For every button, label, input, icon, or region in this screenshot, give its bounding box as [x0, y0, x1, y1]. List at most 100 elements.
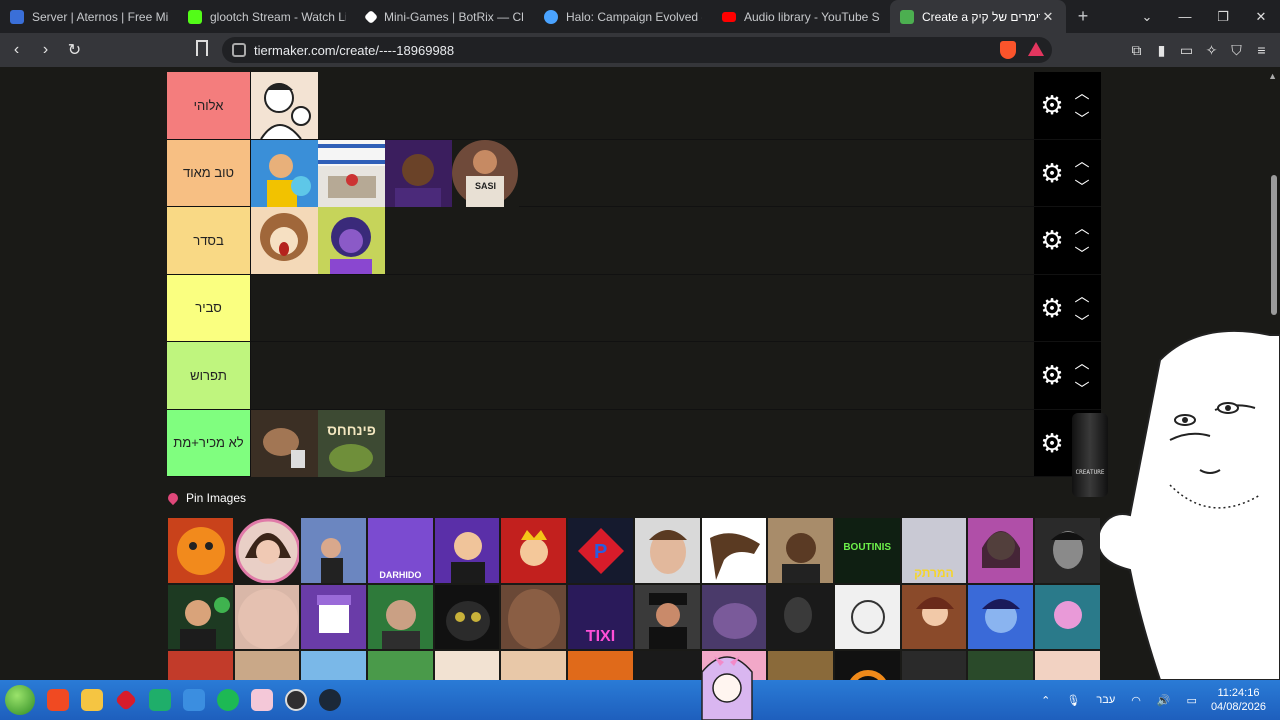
tier-label[interactable]: לא מכיר+מת [167, 409, 251, 476]
extensions-icon[interactable]: ⧉ [1124, 42, 1149, 59]
tier-item-image[interactable]: פינחחס [318, 409, 385, 477]
sidebar-icon[interactable]: ▮ [1149, 42, 1174, 59]
pool-image[interactable] [367, 650, 434, 680]
pool-image[interactable] [633, 517, 701, 584]
pool-image[interactable]: המרתק [900, 517, 968, 584]
chevron-down-icon[interactable]: ﹀ [1074, 243, 1090, 264]
start-button[interactable] [0, 680, 40, 720]
brave-rewards-icon[interactable] [1028, 42, 1044, 56]
pool-image[interactable] [233, 583, 301, 651]
close-icon[interactable]: ✕ [1040, 9, 1056, 25]
chevron-up-icon[interactable]: ⌃ [1041, 694, 1050, 707]
tab-aternos[interactable]: Server | Aternos | Free Minecraft [0, 0, 178, 33]
tier-label[interactable]: תפרוש [167, 342, 251, 409]
chevron-up-icon[interactable]: ︿ [1074, 150, 1090, 171]
gear-icon[interactable]: ⚙ [1039, 430, 1065, 456]
pool-image[interactable] [1033, 650, 1101, 680]
tier-items[interactable]: פינחחס [251, 409, 1034, 477]
vpn-icon[interactable]: ⛉ [1224, 42, 1249, 59]
chevron-down-icon[interactable]: ﹀ [1074, 311, 1090, 332]
language-indicator[interactable]: עבר [1096, 694, 1115, 706]
volume-icon[interactable]: 🔊 [1157, 694, 1171, 707]
tier-item-image[interactable] [318, 139, 385, 207]
gear-icon[interactable]: ⚙ [1039, 227, 1065, 253]
tier-item-image[interactable] [251, 409, 318, 477]
taskbar-app-green[interactable] [143, 683, 176, 717]
minimize-icon[interactable]: — [1166, 9, 1204, 24]
back-icon[interactable]: ‹ [4, 41, 29, 59]
tier-label[interactable]: בסדר [167, 207, 251, 274]
scroll-up-icon[interactable]: ▲ [1268, 71, 1277, 81]
chevron-down-icon[interactable]: ﹀ [1074, 108, 1090, 129]
chevron-up-icon[interactable]: ︿ [1074, 217, 1090, 238]
pool-image[interactable] [500, 650, 568, 680]
microphone-icon[interactable]: 🎙 [1066, 694, 1080, 707]
taskbar-app-red[interactable] [109, 683, 142, 717]
chevron-up-icon[interactable]: ︿ [1074, 82, 1090, 103]
pool-image[interactable] [967, 517, 1034, 584]
taskbar-store[interactable] [177, 683, 210, 717]
wifi-icon[interactable]: ◠ [1131, 694, 1141, 707]
window-close-icon[interactable]: ✕ [1242, 9, 1280, 25]
taskbar-steam[interactable] [313, 683, 346, 717]
pool-image[interactable]: TIXI [567, 583, 634, 651]
tab-search-icon[interactable]: ⌄ [1128, 9, 1166, 25]
pool-image[interactable] [167, 583, 234, 651]
gear-icon[interactable]: ⚙ [1039, 92, 1065, 118]
tier-items[interactable] [251, 342, 1034, 409]
pool-image[interactable] [300, 583, 368, 651]
pool-image[interactable] [433, 517, 501, 584]
leo-icon[interactable]: ✧ [1199, 42, 1224, 59]
chevron-up-icon[interactable]: ︿ [1074, 285, 1090, 306]
reload-icon[interactable]: ↻ [62, 40, 87, 60]
pool-image[interactable] [233, 650, 301, 680]
pool-image[interactable] [500, 517, 568, 584]
taskbar-app-pink[interactable] [245, 683, 278, 717]
taskbar-spotify[interactable] [211, 683, 244, 717]
clock[interactable]: 11:24:16 04/08/2026 [1211, 686, 1266, 714]
gear-icon[interactable]: ⚙ [1039, 160, 1065, 186]
pool-image[interactable] [767, 517, 834, 584]
pool-image[interactable]: DARHIDO [367, 517, 434, 584]
tier-item-image[interactable] [385, 139, 452, 207]
pool-image[interactable] [967, 650, 1034, 680]
pool-image[interactable] [233, 517, 301, 584]
scrollbar-thumb[interactable] [1271, 175, 1277, 315]
pool-image[interactable] [900, 650, 968, 680]
tier-items[interactable]: SASI [251, 139, 1034, 207]
chevron-down-icon[interactable]: ﹀ [1074, 378, 1090, 399]
pool-image[interactable] [1033, 583, 1101, 651]
maximize-icon[interactable]: ❐ [1204, 9, 1242, 25]
pool-image[interactable] [367, 583, 434, 651]
pool-image[interactable] [967, 583, 1034, 651]
tab-tiermaker[interactable]: Create a סטרימרים של קיק✕ [890, 0, 1066, 33]
pool-image[interactable] [433, 583, 501, 651]
pool-image[interactable] [633, 583, 701, 651]
pool-image[interactable] [167, 650, 234, 680]
tier-item-image[interactable]: SASI [452, 139, 519, 207]
taskbar-brave[interactable] [41, 683, 74, 717]
site-info-icon[interactable] [232, 43, 246, 57]
pool-image[interactable] [300, 517, 368, 584]
pool-image[interactable]: P [567, 517, 634, 584]
pool-image[interactable] [700, 517, 768, 584]
tier-label[interactable]: אלוהי [167, 72, 251, 139]
forward-icon[interactable]: › [33, 41, 58, 59]
battery-icon[interactable]: ▭ [1187, 694, 1197, 707]
tab-botrix[interactable]: Mini-Games | BotRix — Cloud S [356, 0, 534, 33]
pin-images-header[interactable]: Pin Images [165, 490, 246, 506]
tier-item-image[interactable] [251, 72, 318, 139]
tier-items[interactable] [251, 207, 1034, 274]
tab-kick[interactable]: glootch Stream - Watch Live on [178, 0, 356, 33]
pool-image[interactable] [767, 583, 834, 651]
menu-icon[interactable]: ≡ [1249, 42, 1274, 58]
bookmark-icon[interactable] [196, 40, 208, 56]
pool-image[interactable] [1033, 517, 1101, 584]
tier-items[interactable] [251, 72, 1034, 139]
chevron-up-icon[interactable]: ︿ [1074, 352, 1090, 373]
gear-icon[interactable]: ⚙ [1039, 295, 1065, 321]
tier-item-image[interactable] [251, 207, 318, 274]
pool-image[interactable] [833, 650, 901, 680]
pool-image[interactable] [700, 583, 768, 651]
pool-image[interactable] [833, 583, 901, 651]
